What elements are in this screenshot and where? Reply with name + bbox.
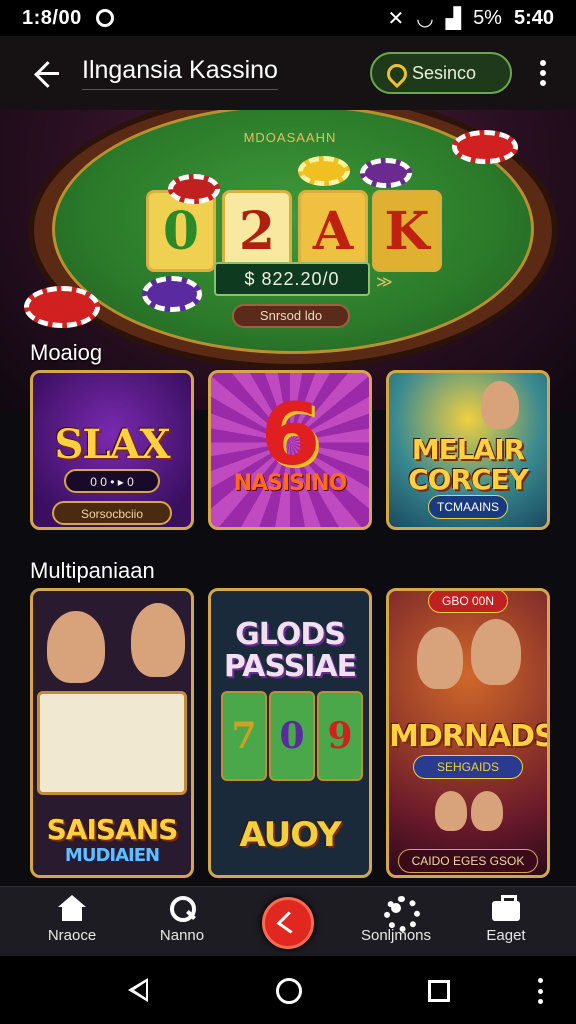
hero-button[interactable]: Snrsod ldo — [232, 304, 350, 328]
system-back-icon[interactable] — [128, 978, 148, 1002]
back-arrow-icon[interactable] — [28, 53, 68, 93]
status-icons: ✕ ◡ ▟ 5% 5:40 — [387, 6, 554, 31]
game-button[interactable]: Sorsocbciio — [52, 501, 172, 525]
gear-icon — [382, 895, 420, 932]
game-card-slax[interactable]: SLAX 0 0 • ▸ 0 Sorsocbciio — [30, 370, 194, 530]
game-badge: GBO 00N — [428, 591, 508, 613]
slot-reel: 0 — [269, 691, 315, 781]
nav-settings[interactable]: Sonljmons — [336, 895, 456, 944]
poker-chip-icon — [452, 130, 518, 164]
felt-label: MDOASAAHN — [243, 130, 337, 145]
game-title: 6 — [260, 385, 321, 485]
nav-label: Nanno — [159, 927, 205, 944]
system-menu-icon[interactable] — [538, 978, 544, 1004]
game-title: MDRNADS — [389, 719, 550, 754]
game-title: GLODS PASSIAE — [223, 617, 357, 684]
game-title: MELAIR CORCEY — [408, 433, 529, 496]
tile-a: A — [298, 190, 368, 272]
game-card-saisans[interactable]: SAISANS MUDIAIEN — [30, 588, 194, 878]
nav-home[interactable]: Nraoce — [12, 895, 132, 944]
chevrons-right-icon: ≫ — [376, 274, 393, 291]
host-portrait — [47, 611, 105, 683]
game-card-glods-passiae[interactable]: GLODS PASSIAE 7 0 9 AUOY — [208, 588, 372, 878]
search-icon — [168, 895, 196, 922]
game-card-nasisino[interactable]: 6 NASISINO — [208, 370, 372, 530]
game-card-mdrnads[interactable]: GBO 00N MDRNADS SEHGAIDS CAIDO EGES GSOK — [386, 588, 550, 878]
host-portrait — [131, 603, 185, 677]
section-title: Moaiog — [30, 340, 103, 365]
status-bar: 1:8/00 ✕ ◡ ▟ 5% 5:40 — [0, 0, 576, 36]
signal-icon: ▟ — [445, 7, 462, 30]
slot-reel: 9 — [317, 691, 363, 781]
wifi-icon: ◡ — [416, 7, 434, 30]
system-home-icon[interactable] — [276, 978, 302, 1004]
game-title: SAISANS — [46, 813, 179, 846]
tile-k: K — [372, 190, 442, 272]
nav-search[interactable]: Nanno — [122, 895, 242, 944]
game-subtitle: SEHGAIDS — [413, 755, 523, 779]
location-chip[interactable]: Sesinco — [370, 52, 512, 94]
more-options-icon[interactable] — [540, 60, 546, 86]
game-subtitle: TCMAAINS — [428, 495, 508, 519]
game-footer: CAIDO EGES GSOK — [398, 849, 538, 873]
host-portrait — [435, 791, 467, 831]
tile-2: 2 — [222, 190, 292, 272]
host-portrait — [417, 627, 463, 689]
nav-label: Nraoce — [47, 927, 97, 944]
page-title: Ilngansia Kassino — [82, 56, 278, 90]
mute-icon: ✕ — [387, 7, 405, 30]
nav-label: Eaget — [486, 927, 526, 944]
slot-reel: 7 — [221, 691, 267, 781]
chip-label: Sesinco — [412, 62, 477, 83]
play-icon[interactable] — [262, 897, 314, 949]
home-icon — [58, 895, 86, 921]
poker-chip-icon — [360, 158, 412, 188]
pin-icon — [386, 64, 402, 82]
host-portrait — [481, 381, 519, 429]
game-card-melair-corcey[interactable]: MELAIR CORCEY TCMAAINS — [386, 370, 550, 530]
battery-text: 5% — [473, 6, 502, 29]
game-title: SLAX — [54, 421, 170, 468]
poker-chip-icon — [24, 286, 100, 328]
status-time: 1:8/00 — [22, 6, 82, 29]
section-title: Multipaniaan — [30, 558, 155, 583]
notification-icon — [95, 9, 114, 27]
game-subtitle: 0 0 • ▸ 0 — [64, 469, 160, 493]
status-clock: 5:40 — [513, 6, 554, 29]
slot-reels — [37, 691, 187, 795]
bag-icon — [492, 895, 520, 921]
game-bottom-title: AUOY — [239, 815, 341, 855]
host-portrait — [471, 791, 503, 831]
poker-chip-icon — [298, 156, 350, 186]
host-portrait — [471, 619, 521, 685]
app-bar: Ilngansia Kassino Sesinco — [0, 36, 576, 110]
game-subtitle: NASISINO — [233, 471, 348, 496]
system-recents-icon[interactable] — [428, 980, 450, 1002]
bet-amount: $ 822.20/0 — [214, 262, 370, 296]
system-nav-bar — [0, 956, 576, 1024]
poker-chip-icon — [168, 174, 220, 204]
bottom-nav: Nraoce Nanno Sonljmons Eaget — [0, 886, 576, 956]
game-subtitle: MUDIAIEN — [64, 845, 160, 866]
poker-chip-icon — [142, 276, 202, 312]
nav-wallet[interactable]: Eaget — [446, 895, 566, 944]
